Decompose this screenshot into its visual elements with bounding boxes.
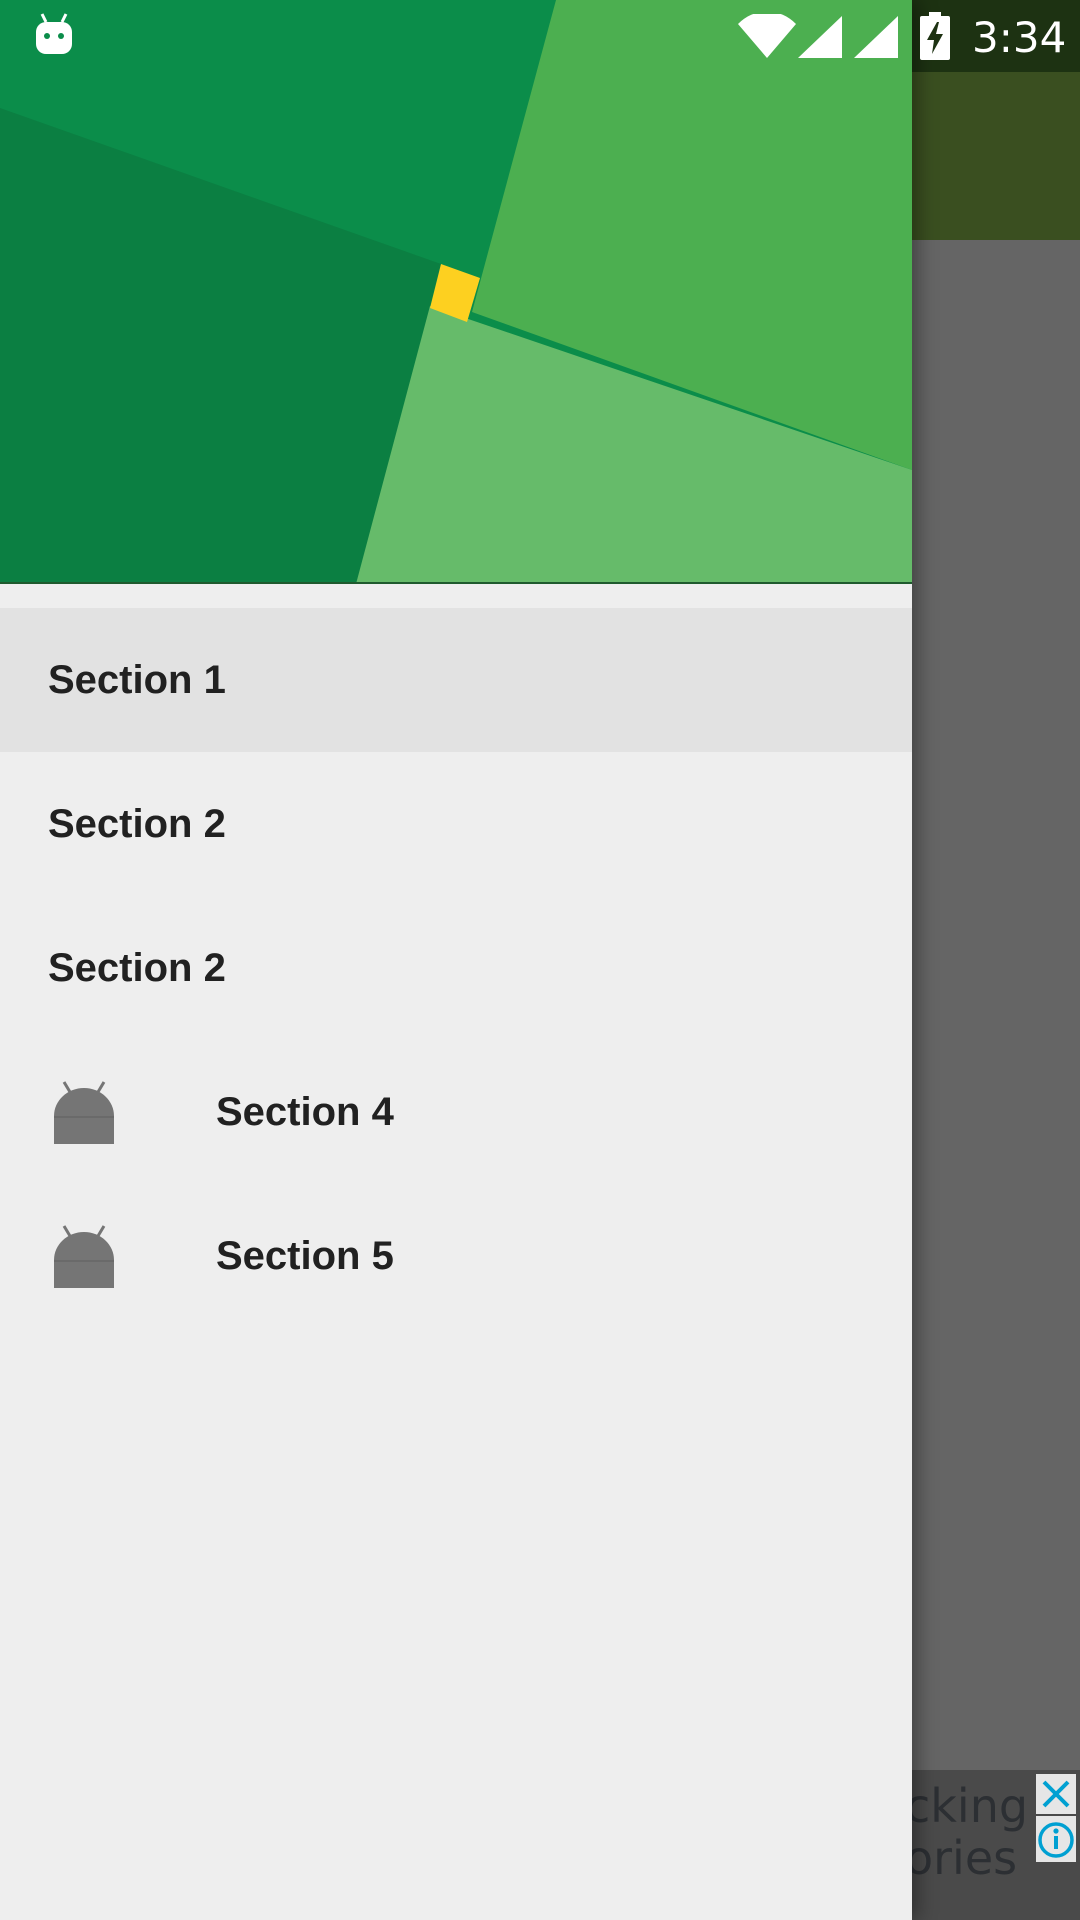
battery-charging-icon: [920, 12, 950, 60]
signal-icon: [854, 16, 898, 58]
status-time: 3:34: [972, 13, 1067, 62]
material-header-graphic: [0, 0, 912, 584]
navigation-drawer: Section 1 Section 2 Section 2 Section 4: [0, 0, 912, 1920]
drawer-item-section-4[interactable]: Section 4: [0, 1040, 912, 1184]
status-bar: 3:34: [0, 0, 1080, 72]
drawer-item-section-1[interactable]: Section 1: [0, 608, 912, 752]
drawer-item-label: Section 4: [216, 1090, 394, 1134]
drawer-item-label: Section 2: [48, 802, 226, 846]
android-notification-icon: [36, 13, 72, 54]
signal-icon: [798, 16, 842, 58]
drawer-item-section-2[interactable]: Section 2: [0, 752, 912, 896]
drawer-header-image: [0, 0, 912, 584]
drawer-item-label: Section 1: [48, 658, 226, 702]
drawer-menu: Section 1 Section 2 Section 2 Section 4: [0, 608, 912, 1328]
drawer-item-label: Section 5: [216, 1234, 394, 1278]
drawer-item-label: Section 2: [48, 946, 226, 990]
android-icon: [54, 1081, 114, 1144]
header-divider: [0, 582, 912, 584]
drawer-item-section-5[interactable]: Section 5: [0, 1184, 912, 1328]
drawer-item-section-3[interactable]: Section 2: [0, 896, 912, 1040]
android-icon: [54, 1225, 114, 1288]
wifi-icon: [738, 14, 796, 58]
